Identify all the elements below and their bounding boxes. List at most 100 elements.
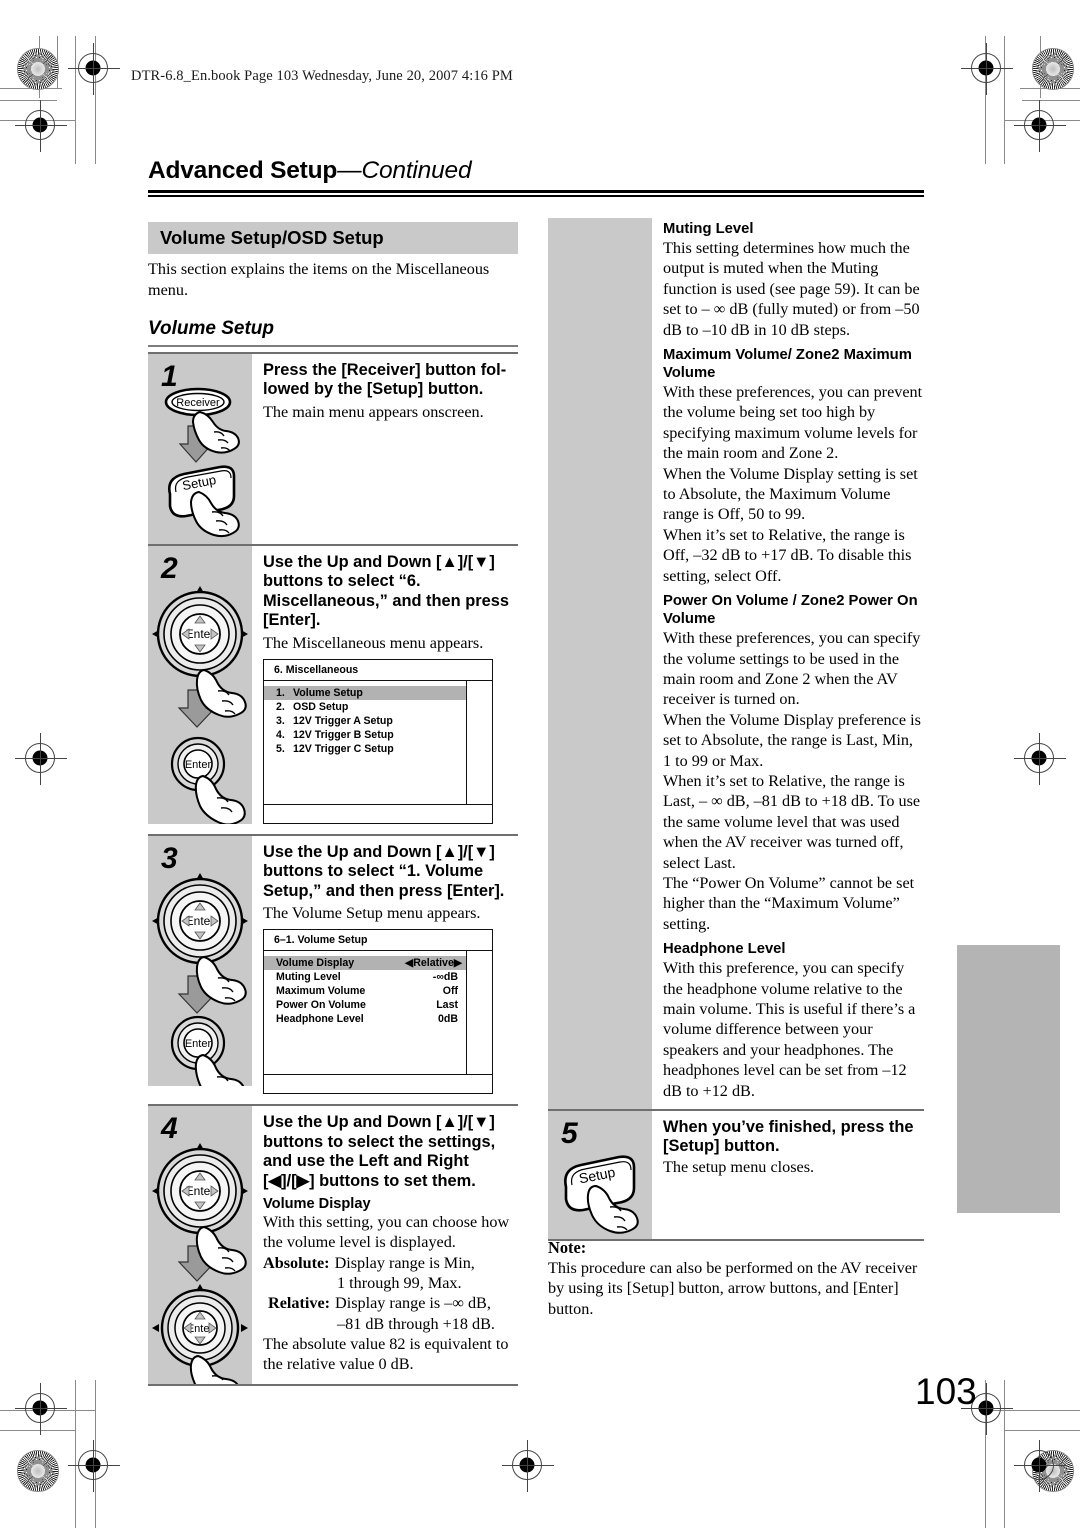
step-4-instruction: Use the Up and Down [▲]/[▼] buttons to s… <box>263 1113 496 1190</box>
file-stamp: DTR-6.8_En.book Page 103 Wednesday, June… <box>131 68 513 84</box>
relative-continued: –81 dB through +18 dB. <box>337 1314 495 1333</box>
note-block: Note: This procedure can also be perform… <box>548 1238 924 1319</box>
osd-setting-value: Off <box>442 985 458 998</box>
step-4-illustration: 4 Enter Enter <box>148 1106 252 1385</box>
chapter-name: Advanced Setup <box>148 157 338 184</box>
registration-mark <box>1014 733 1066 785</box>
remote-navigation-dial-illustration: Enter Enter <box>152 586 248 824</box>
step-1-illustration: 1 Receiver Setup <box>148 354 252 544</box>
relative-term: Relative: <box>268 1294 331 1313</box>
step-3-result: The Volume Setup menu appears. <box>263 904 481 923</box>
relative-definition: Relative: Display range is –∞ dB, <box>263 1293 518 1313</box>
absolute-text: Display range is Min, <box>334 1253 475 1272</box>
step-1-body: Press the [Receiver] button fol-lowed by… <box>252 354 518 544</box>
svg-text:Enter: Enter <box>186 914 215 928</box>
note-label: Note: <box>548 1238 587 1257</box>
osd-side-panel <box>467 951 492 1074</box>
osd-menu-item[interactable]: 5. 12V Trigger C Setup <box>264 742 466 756</box>
osd-item-label: OSD Setup <box>293 700 349 713</box>
osd-setting-row[interactable]: Muting Level -∞dB <box>264 970 466 984</box>
registration-mark <box>15 1383 67 1435</box>
remote-setup-key-illustration: Setup <box>564 1155 639 1234</box>
osd-body: 1. Volume Setup 2. OSD Setup 3. 12V Trig… <box>264 680 492 805</box>
power-on-volume-heading: Power On Volume / Zone2 Power On Volume <box>663 593 918 628</box>
osd-miscellaneous-menu: 6. Miscellaneous 1. Volume Setup 2. OSD … <box>263 658 493 824</box>
step-4: 4 Enter Enter Use the Up and Down [▲]/[▼… <box>148 1104 518 1387</box>
volume-display-heading: Volume Display <box>263 1196 371 1213</box>
note-text: This procedure can also be performed on … <box>548 1259 918 1318</box>
osd-setting-row[interactable]: Volume Display ◀ Relative ▶ <box>264 956 466 971</box>
osd-item-label: 12V Trigger A Setup <box>293 714 393 727</box>
section-banner-label: Volume Setup/OSD Setup <box>160 227 384 248</box>
step-3-instruction: Use the Up and Down [▲]/[▼] buttons to s… <box>263 842 505 900</box>
osd-setting-row[interactable]: Headphone Level 0dB <box>264 1012 466 1026</box>
muting-level-para-1: This setting determines how much the out… <box>663 239 920 339</box>
osd-setting-label: Headphone Level <box>276 1013 364 1026</box>
remote-receiver-setup-illustration: Receiver Setup <box>164 387 240 538</box>
osd-setting-value: 0dB <box>437 1013 458 1026</box>
osd-item-label: Volume Setup <box>293 686 363 699</box>
left-arrow-icon[interactable]: ◀ <box>405 957 413 969</box>
osd-volume-setup-menu: 6–1. Volume Setup Volume Display ◀ Relati… <box>263 929 493 1095</box>
osd-setting-value: Last <box>436 999 458 1012</box>
remote-navigation-dial-illustration: Enter Enter <box>152 1143 248 1385</box>
osd-footer <box>264 805 492 823</box>
step-3-body: Use the Up and Down [▲]/[▼] buttons to s… <box>252 836 518 1105</box>
osd-menu-item[interactable]: 4. 12V Trigger B Setup <box>264 728 466 742</box>
osd-setting-label: Power On Volume <box>276 999 366 1012</box>
subsection-heading: Volume Setup <box>148 318 274 339</box>
page-title: Advanced Setup—Continued <box>148 157 472 185</box>
osd-setting-row[interactable]: Power On Volume Last <box>264 998 466 1012</box>
title-rule <box>148 190 924 197</box>
muting-level-heading: Muting Level <box>663 221 754 237</box>
gray-spacer-column <box>548 218 652 1110</box>
osd-menu-item[interactable]: 2. OSD Setup <box>264 700 466 714</box>
absolute-continued: 1 through 99, Max. <box>337 1273 462 1292</box>
procedure-steps: 1 Receiver Setup Press the [Receiver] bu… <box>148 352 518 1387</box>
section-intro: This section explains the items on the M… <box>148 260 490 299</box>
osd-item-index: 4. <box>276 728 285 741</box>
step-2-result: The Miscellaneous menu appears. <box>263 633 484 652</box>
volume-display-body: With this setting, you can choose how th… <box>263 1213 510 1252</box>
thumb-index-tab <box>957 945 1060 1213</box>
step-5-result: The setup menu closes. <box>663 1157 815 1176</box>
osd-item-list: 1. Volume Setup 2. OSD Setup 3. 12V Trig… <box>264 680 467 804</box>
svg-text:Enter: Enter <box>186 627 215 641</box>
osd-menu-item[interactable]: 1. Volume Setup <box>264 685 466 700</box>
headphone-level-heading: Headphone Level <box>663 941 786 958</box>
svg-text:Receiver: Receiver <box>176 397 220 409</box>
registration-mark <box>502 1440 554 1492</box>
registration-mark <box>15 100 67 152</box>
registration-mark <box>1014 100 1066 152</box>
maximum-volume-para-3: When it’s set to Relative, the range is … <box>663 525 912 585</box>
osd-setting-value: Relative <box>413 957 454 970</box>
right-arrow-icon[interactable]: ▶ <box>454 957 462 969</box>
osd-setting-value-box[interactable]: ◀ Relative ▶ <box>405 957 462 969</box>
step-5: 5 Setup When you’ve finished, press the … <box>548 1109 924 1242</box>
registration-mark <box>68 43 120 95</box>
osd-menu-item[interactable]: 3. 12V Trigger A Setup <box>264 714 466 728</box>
chapter-continued: —Continued <box>337 157 472 184</box>
step-1-instruction: Press the [Receiver] button fol-lowed by… <box>263 361 507 399</box>
step-1-result: The main menu appears onscreen. <box>263 402 484 421</box>
osd-item-index: 1. <box>276 686 285 699</box>
section-banner: Volume Setup/OSD Setup <box>148 222 518 254</box>
osd-title: 6–1. Volume Setup <box>264 930 492 952</box>
right-column-text-block: Muting Level This setting determines how… <box>548 218 924 1110</box>
osd-title: 6. Miscellaneous <box>264 660 492 681</box>
print-color-target-topleft <box>17 48 59 90</box>
step-2-body: Use the Up and Down [▲]/[▼] buttons to s… <box>252 546 518 834</box>
maximum-volume-heading: Maximum Volume/ Zone2 Maximum Volume <box>663 347 912 382</box>
osd-item-index: 5. <box>276 742 285 755</box>
osd-footer <box>264 1075 492 1093</box>
osd-setting-row[interactable]: Maximum Volume Off <box>264 984 466 998</box>
osd-item-label: 12V Trigger B Setup <box>293 728 394 741</box>
svg-text:Enter: Enter <box>186 1184 215 1198</box>
step-3: 3 Enter Enter Use the Up and Down [▲]/[▼… <box>148 833 518 1105</box>
print-color-target-topright <box>1032 48 1074 90</box>
right-column-body: Muting Level This setting determines how… <box>652 218 924 1109</box>
osd-setting-list: Volume Display ◀ Relative ▶ Muting Level -… <box>264 951 467 1075</box>
step-5-illustration: 5 Setup <box>548 1111 652 1240</box>
maximum-volume-para-2: When the Volume Display setting is set t… <box>663 464 918 524</box>
registration-mark <box>1014 1440 1066 1492</box>
